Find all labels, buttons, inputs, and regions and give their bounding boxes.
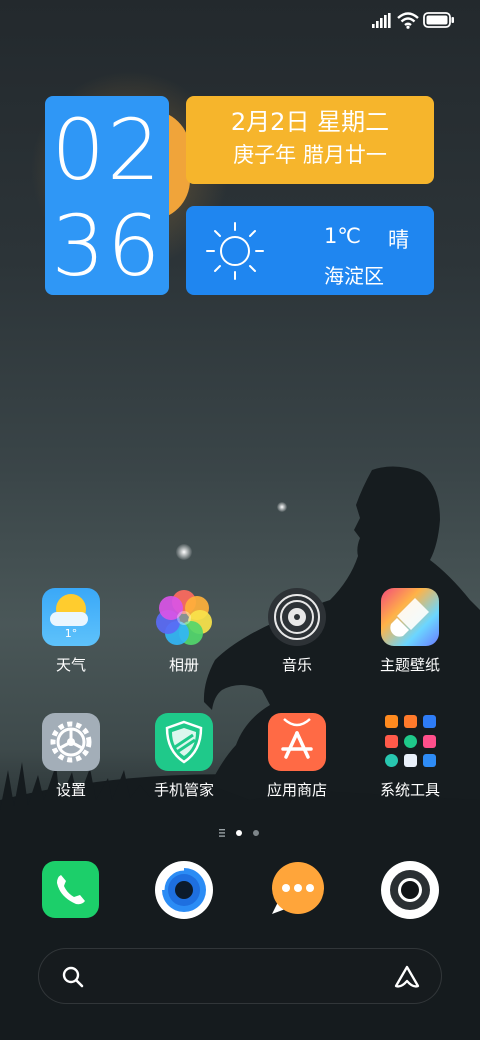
search-icon[interactable] [61,965,85,989]
app-store[interactable]: 应用商店 [247,713,347,799]
messages-app-icon [272,862,324,914]
app-label: 天气 [55,656,86,674]
app-themes[interactable]: 主题壁纸 [360,588,460,674]
app-label: 系统工具 [379,781,440,799]
dock-browser[interactable] [154,860,214,920]
app-label: 主题壁纸 [379,656,440,674]
security-app-icon [155,713,213,771]
lunar-date-line: 庚子年 腊月廿一 [233,143,387,167]
app-label: 手机管家 [153,781,214,799]
camera-app-icon [381,861,439,919]
settings-app-icon [42,713,100,771]
app-weather[interactable]: 1° 天气 [21,588,121,674]
system-tools-folder-icon [381,713,439,771]
app-label: 应用商店 [266,781,327,799]
page-dot-current [236,830,242,836]
app-label: 相册 [168,656,199,674]
app-settings[interactable]: 设置 [21,713,121,799]
app-label: 音乐 [281,656,312,674]
page-dot [253,830,259,836]
app-system-tools-folder[interactable]: 系统工具 [360,713,460,799]
app-gallery[interactable]: 相册 [134,588,234,674]
date-widget[interactable]: 2月2日 星期二 庚子年 腊月廿一 [186,96,434,184]
status-bar [0,0,480,40]
app-security[interactable]: 手机管家 [134,713,234,799]
themes-app-icon [381,588,439,646]
sun-icon [206,222,264,280]
app-music[interactable]: 音乐 [247,588,347,674]
clock-widget[interactable]: 02 36 [45,96,169,295]
music-app-icon [268,588,326,646]
clock-minute: 36 [51,197,163,295]
weather-temperature: 1℃ [324,224,361,248]
weather-app-icon: 1° [42,588,100,646]
weather-widget[interactable]: 1℃ 晴 海淀区 [186,206,434,295]
weather-badge: 1° [64,627,78,640]
app-label: 设置 [55,781,86,799]
weather-condition: 晴 [388,228,409,252]
search-bar[interactable] [38,948,442,1004]
clock-hour: 02 [51,101,163,199]
gallery-app-icon [155,588,213,646]
browser-app-icon [155,861,213,919]
signal-bars-icon [372,13,391,28]
feed-page-icon [219,829,225,837]
wifi-icon [397,12,419,29]
dock-messages[interactable] [268,860,328,920]
app-store-icon [268,713,326,771]
dock-phone[interactable] [42,861,102,921]
dock-camera[interactable] [380,860,440,920]
page-indicator[interactable] [219,824,263,837]
phone-app-icon [42,861,99,918]
assistant-icon[interactable] [393,964,421,990]
date-line: 2月2日 星期二 [230,108,390,136]
battery-icon [423,12,454,28]
weather-location: 海淀区 [324,264,384,288]
